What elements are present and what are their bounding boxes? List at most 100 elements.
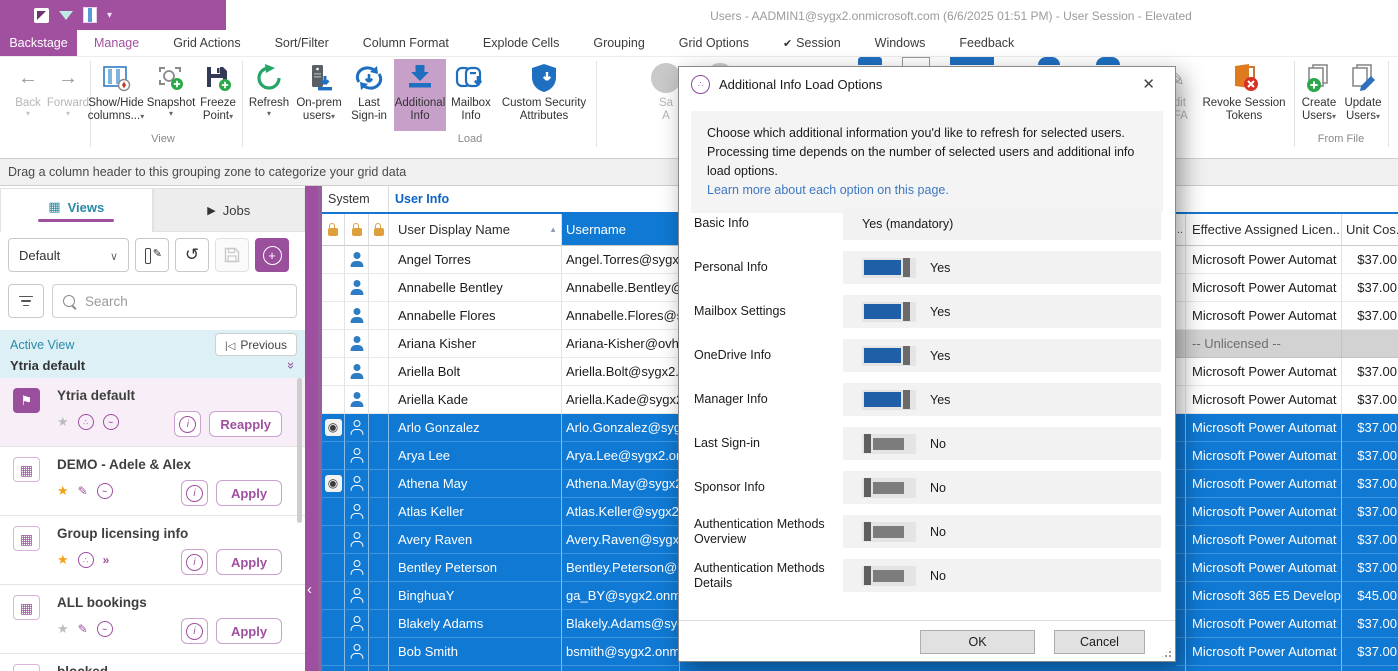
update-users-button[interactable]: Update Users [1342, 59, 1384, 131]
unit-cost-cell[interactable] [1342, 330, 1398, 358]
username-cell[interactable] [562, 666, 680, 671]
unit-cost-cell[interactable]: $37.00 [1342, 442, 1398, 470]
close-icon[interactable] [1136, 73, 1161, 95]
license-cell[interactable]: Microsoft Power Automat [1186, 358, 1342, 386]
toggle-knob[interactable] [864, 566, 871, 585]
username-cell[interactable]: Angel.Torres@sygx [562, 246, 680, 274]
view-list-item[interactable]: Group licensing info Apply [0, 516, 305, 585]
add-view-button[interactable] [255, 238, 289, 272]
freeze-point-button[interactable]: Freeze Point [196, 59, 240, 131]
locked-column-header[interactable] [369, 214, 389, 246]
favorite-star-icon[interactable] [57, 483, 69, 499]
custom-security-attributes-button[interactable]: Custom Security Attributes [496, 59, 592, 131]
save-view-button[interactable] [215, 238, 249, 272]
toggle-knob[interactable] [864, 522, 871, 541]
license-cell[interactable]: Microsoft Power Automat [1186, 386, 1342, 414]
user-display-name-cell[interactable]: Annabelle Flores [389, 302, 562, 330]
username-cell[interactable]: Annabelle.Flores@s [562, 302, 680, 330]
column-header-license[interactable]: Effective Assigned Licen... [1186, 214, 1342, 246]
unit-cost-cell[interactable]: $37.00 [1342, 610, 1398, 638]
column-header-username[interactable]: Username [562, 214, 680, 246]
unit-cost-cell[interactable]: $37.00 [1342, 666, 1398, 671]
previous-view-button[interactable]: Previous [215, 333, 297, 356]
quick-filter-icon[interactable] [59, 11, 73, 20]
license-cell[interactable]: Microsoft Power Automat [1186, 442, 1342, 470]
license-cell[interactable]: Microsoft Power Automat [1186, 470, 1342, 498]
ribbon-tab[interactable]: Sort/Filter [258, 30, 346, 56]
views-scrollbar[interactable] [297, 378, 302, 523]
license-cell[interactable]: Microsoft Power Automat [1186, 414, 1342, 442]
tab-backstage[interactable]: Backstage [0, 30, 77, 56]
unit-cost-cell[interactable]: $37.00 [1342, 302, 1398, 330]
panel-collapse-strip[interactable] [305, 186, 318, 671]
user-display-name-cell[interactable] [389, 666, 562, 671]
user-display-name-cell[interactable]: Angel Torres [389, 246, 562, 274]
user-display-name-cell[interactable]: Athena May [389, 470, 562, 498]
reset-view-button[interactable] [175, 238, 209, 272]
forward-button[interactable]: → Forward [48, 59, 88, 131]
view-list-item[interactable]: DEMO - Adele & Alex Apply [0, 447, 305, 516]
collapse-chevrons-icon[interactable] [284, 362, 299, 369]
apply-view-button[interactable]: Apply [216, 480, 282, 506]
ribbon-tab[interactable]: Grid Options [662, 30, 766, 56]
username-cell[interactable]: Atlas.Keller@sygx2 [562, 498, 680, 526]
license-cell[interactable]: Microsoft Power Automat [1186, 610, 1342, 638]
toggle-switch[interactable] [862, 478, 916, 498]
view-list-item[interactable]: blocked [0, 654, 305, 671]
refresh-button[interactable]: Refresh [246, 59, 292, 131]
cancel-button[interactable]: Cancel [1054, 630, 1145, 654]
license-cell[interactable]: Microsoft Power Automat [1186, 526, 1342, 554]
username-cell[interactable]: Arya.Lee@sygx2.or [562, 442, 680, 470]
view-info-button[interactable] [181, 549, 208, 575]
apply-view-button[interactable]: Reapply [209, 411, 282, 437]
unit-cost-cell[interactable]: $37.00 [1342, 498, 1398, 526]
ribbon-tab[interactable]: Grouping [576, 30, 661, 56]
toggle-knob[interactable] [864, 478, 871, 497]
show-hide-columns-button[interactable]: Show/Hide columns... [86, 59, 146, 131]
tab-jobs[interactable]: Jobs [153, 188, 306, 232]
toggle-switch[interactable] [862, 302, 916, 322]
username-cell[interactable]: Bentley.Peterson@ [562, 554, 680, 582]
create-users-button[interactable]: Create Users [1298, 59, 1340, 131]
apply-view-button[interactable]: Apply [216, 618, 282, 644]
ok-button[interactable]: OK [920, 630, 1035, 654]
user-display-name-cell[interactable]: Bentley Peterson [389, 554, 562, 582]
unit-cost-cell[interactable]: $37.00 [1342, 274, 1398, 302]
user-display-name-cell[interactable]: Ariella Kade [389, 386, 562, 414]
username-cell[interactable]: Arlo.Gonzalez@syg [562, 414, 680, 442]
snapshot-button[interactable]: Snapshot [148, 59, 194, 131]
unit-cost-cell[interactable]: $37.00 [1342, 638, 1398, 666]
column-header-display-name[interactable]: User Display Name [389, 214, 562, 246]
more-options-icon[interactable] [103, 553, 110, 567]
user-display-name-cell[interactable]: Annabelle Bentley [389, 274, 562, 302]
toggle-knob[interactable] [903, 390, 910, 409]
locked-column-header[interactable] [322, 214, 345, 246]
search-input[interactable] [83, 293, 286, 310]
tab-views[interactable]: Views [0, 188, 153, 232]
revoke-session-tokens-button[interactable]: Revoke Session Tokens [1196, 59, 1292, 131]
filter-button[interactable] [8, 284, 44, 318]
clipped-column-header[interactable]: .. [1176, 214, 1186, 246]
user-display-name-cell[interactable]: Avery Raven [389, 526, 562, 554]
unit-cost-cell[interactable]: $45.00 [1342, 582, 1398, 610]
ribbon-tab[interactable]: Column Format [346, 30, 466, 56]
username-cell[interactable]: Avery.Raven@sygx [562, 526, 680, 554]
last-sign-in-button[interactable]: Last Sign-in [346, 59, 392, 131]
license-cell[interactable]: -- Unlicensed -- [1186, 330, 1342, 358]
on-prem-users-button[interactable]: On-prem users [294, 59, 344, 131]
toggle-knob[interactable] [903, 258, 910, 277]
user-display-name-cell[interactable]: Ariella Bolt [389, 358, 562, 386]
toggle-switch[interactable] [862, 258, 916, 278]
license-cell[interactable]: Microsoft 365 E5 Develop [1186, 582, 1342, 610]
favorite-star-icon[interactable] [57, 552, 69, 568]
unit-cost-cell[interactable]: $37.00 [1342, 526, 1398, 554]
toggle-knob[interactable] [903, 346, 910, 365]
learn-more-link[interactable]: Learn more about each option on this pag… [707, 183, 949, 197]
username-cell[interactable]: bsmith@sygx2.onm [562, 638, 680, 666]
username-cell[interactable]: Annabelle.Bentley@ [562, 274, 680, 302]
license-cell[interactable]: Microsoft Power Automat [1186, 666, 1342, 671]
toggle-switch[interactable] [862, 566, 916, 586]
ribbon-tab[interactable]: Session [766, 30, 858, 56]
view-list-item[interactable]: ALL bookings Apply [0, 585, 305, 654]
license-cell[interactable]: Microsoft Power Automat [1186, 302, 1342, 330]
